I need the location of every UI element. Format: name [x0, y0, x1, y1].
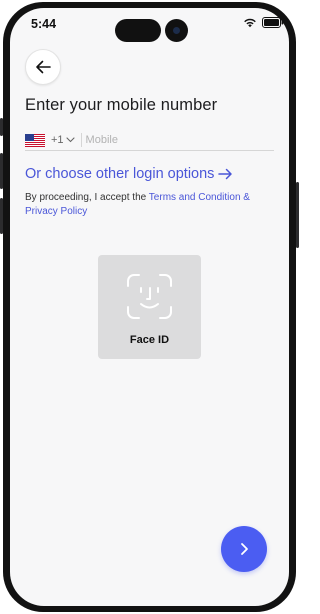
next-button[interactable]: [221, 526, 267, 572]
face-id-icon: [127, 274, 172, 319]
status-icons: [237, 17, 284, 28]
face-id-button[interactable]: Face ID: [98, 255, 201, 359]
page-title: Enter your mobile number: [25, 96, 218, 114]
battery-icon: [262, 17, 284, 28]
input-divider: [80, 133, 82, 147]
chevron-right-icon: [241, 543, 248, 555]
power-button: [296, 182, 299, 248]
signal-icon: [237, 18, 238, 28]
other-login-link[interactable]: Or choose other login options: [25, 166, 233, 182]
consent-text: By proceeding, I accept the Terms and Co…: [25, 191, 270, 219]
chevron-down-icon: [65, 137, 75, 143]
consent-prefix: By proceeding, I accept the: [25, 192, 149, 203]
front-camera: [165, 19, 188, 42]
us-flag-icon[interactable]: [25, 133, 45, 147]
back-arrow-icon: [36, 60, 51, 74]
country-code[interactable]: +1: [51, 134, 64, 146]
other-login-label: Or choose other login options: [25, 166, 215, 182]
phone-number-row: +1: [25, 130, 274, 151]
mobile-input[interactable]: [85, 134, 266, 146]
wifi-icon: [244, 18, 256, 28]
face-id-label: Face ID: [129, 334, 170, 346]
arrow-right-icon: [218, 168, 233, 180]
country-selector[interactable]: [65, 137, 75, 143]
back-button[interactable]: [25, 49, 61, 85]
dynamic-island: [115, 19, 161, 42]
status-time: 5:44: [31, 17, 57, 31]
